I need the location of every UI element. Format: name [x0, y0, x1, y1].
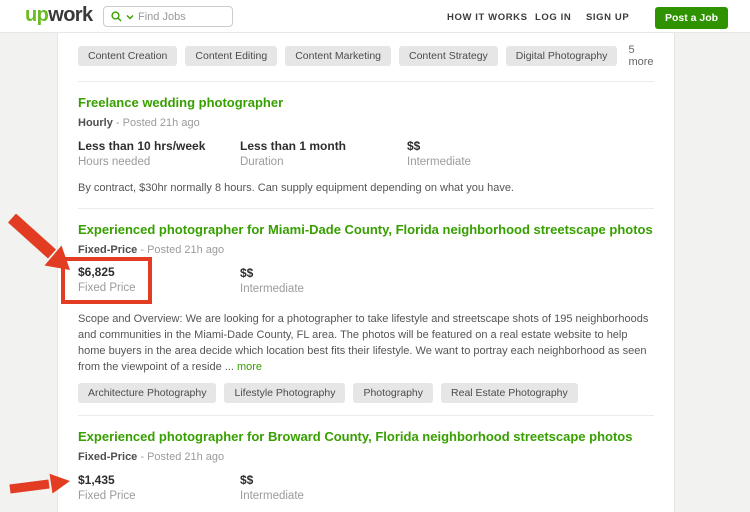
skill-tag[interactable]: Architecture Photography — [78, 383, 216, 403]
job-skill-tags: Architecture Photography Lifestyle Photo… — [78, 383, 654, 415]
fact-label: Hours needed — [78, 156, 240, 168]
fact-label: Intermediate — [240, 490, 402, 502]
more-link[interactable]: more — [237, 361, 262, 373]
fact-value: $6,825 — [78, 265, 136, 279]
search-icon — [111, 11, 122, 22]
more-tags-link[interactable]: 5 more — [628, 44, 654, 68]
job-type: Fixed-Price — [78, 244, 137, 256]
job-facts-row: Less than 10 hrs/week Hours needed Less … — [78, 139, 654, 171]
fact-label: Duration — [240, 156, 407, 168]
skill-tag[interactable]: Lifestyle Photography — [224, 383, 345, 403]
job-posted-time: - Posted 21h ago — [116, 117, 200, 129]
job-listing-miami-dade: Experienced photographer for Miami-Dade … — [78, 209, 654, 416]
job-listing-wedding-photographer: Freelance wedding photographer Hourly - … — [78, 82, 654, 209]
job-facts-row: $6,825 Fixed Price $$ Intermediate — [78, 266, 654, 302]
job-title-link[interactable]: Experienced photographer for Broward Cou… — [78, 429, 632, 444]
job-facts-row: $1,435 Fixed Price $$ Intermediate — [78, 473, 654, 505]
job-description: By contract, $30hr normally 8 hours. Can… — [78, 180, 654, 208]
nav-log-in[interactable]: LOG IN — [535, 12, 571, 23]
fact-value: $$ — [240, 473, 402, 487]
fact-budget: $1,435 Fixed Price — [78, 473, 240, 505]
post-a-job-button[interactable]: Post a Job — [655, 7, 728, 29]
results-card: Content Creation Content Editing Content… — [57, 33, 675, 512]
logo-work-text: work — [48, 4, 92, 26]
skill-tag[interactable]: Real Estate Photography — [441, 383, 578, 403]
filter-tag-row: Content Creation Content Editing Content… — [78, 33, 654, 82]
fact-experience: $$ Intermediate — [240, 473, 402, 505]
filter-tag[interactable]: Content Creation — [78, 46, 177, 66]
filter-tag[interactable]: Digital Photography — [506, 46, 618, 66]
job-type: Hourly — [78, 117, 113, 129]
price-highlight-box: $6,825 Fixed Price — [61, 257, 152, 304]
job-meta: Fixed-Price - Posted 21h ago — [78, 451, 654, 463]
filter-tag[interactable]: Content Marketing — [285, 46, 391, 66]
job-posted-time: - Posted 21h ago — [140, 451, 224, 463]
fact-value: $$ — [407, 139, 569, 153]
upwork-logo[interactable]: upwork — [25, 4, 93, 27]
fact-label: Fixed Price — [78, 282, 136, 294]
fact-label: Intermediate — [407, 156, 569, 168]
logo-up-text: up — [25, 4, 48, 26]
chevron-down-icon[interactable] — [126, 14, 134, 20]
job-listing-broward: Experienced photographer for Broward Cou… — [78, 416, 654, 512]
fact-value: $$ — [240, 266, 402, 280]
annotation-arrow-icon — [6, 470, 74, 498]
job-title-link[interactable]: Experienced photographer for Miami-Dade … — [78, 222, 653, 237]
fact-experience: $$ Intermediate — [240, 266, 402, 302]
fact-hours: Less than 10 hrs/week Hours needed — [78, 139, 240, 171]
search-bar[interactable] — [103, 6, 233, 27]
fact-value: Less than 10 hrs/week — [78, 139, 240, 153]
job-posted-time: - Posted 21h ago — [140, 244, 224, 256]
filter-tag[interactable]: Content Editing — [185, 46, 277, 66]
job-description: Scope and Overview: We are looking for a… — [78, 311, 654, 375]
filter-tag[interactable]: Content Strategy — [399, 46, 498, 66]
skill-tag[interactable]: Photography — [353, 383, 433, 403]
fact-label: Intermediate — [240, 283, 402, 295]
job-description-text: Scope and Overview: We are looking for a… — [78, 313, 648, 373]
fact-experience: $$ Intermediate — [407, 139, 569, 171]
nav-sign-up[interactable]: SIGN UP — [586, 12, 629, 23]
fact-budget: $6,825 Fixed Price — [78, 266, 240, 302]
nav-how-it-works[interactable]: HOW IT WORKS — [447, 12, 528, 23]
search-input[interactable] — [138, 11, 225, 23]
fact-label: Fixed Price — [78, 490, 240, 502]
job-meta: Hourly - Posted 21h ago — [78, 117, 654, 129]
fact-value: Less than 1 month — [240, 139, 407, 153]
fact-duration: Less than 1 month Duration — [240, 139, 407, 171]
job-type: Fixed-Price — [78, 451, 137, 463]
top-header: upwork HOW IT WORKS LOG IN SIGN UP Post … — [0, 0, 750, 33]
job-description-text: By contract, $30hr normally 8 hours. Can… — [78, 182, 514, 194]
fact-value: $1,435 — [78, 473, 240, 487]
job-title-link[interactable]: Freelance wedding photographer — [78, 95, 283, 110]
job-meta: Fixed-Price - Posted 21h ago — [78, 244, 654, 256]
